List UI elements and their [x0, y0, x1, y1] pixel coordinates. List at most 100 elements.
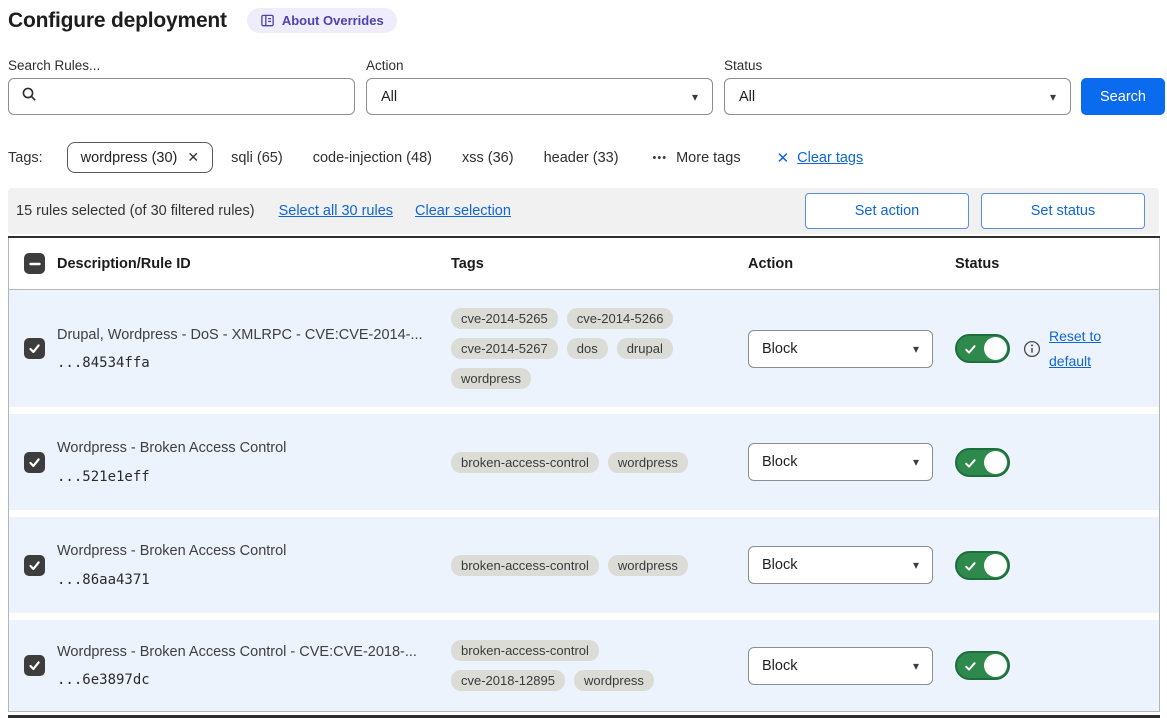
action-select[interactable]: Block ▾ — [748, 330, 933, 368]
status-filter-select[interactable]: All ▾ — [724, 78, 1071, 115]
action-select[interactable]: Block ▾ — [748, 647, 933, 685]
search-rules-input[interactable] — [47, 81, 354, 113]
table-row: Wordpress - Broken Access Control ...86a… — [9, 517, 1159, 613]
rules-table: Description/Rule ID Tags Action Status D… — [8, 236, 1160, 712]
chevron-down-icon: ▾ — [913, 659, 919, 673]
clear-selection-link[interactable]: Clear selection — [415, 203, 511, 219]
tag-pill: cve-2018-12895 — [451, 670, 565, 691]
column-status: Status — [955, 256, 1159, 272]
rule-tags: cve-2014-5265 cve-2014-5266 cve-2014-526… — [451, 308, 713, 389]
action-value: Block — [762, 557, 797, 573]
column-action: Action — [748, 256, 955, 272]
tag-option-sqli[interactable]: sqli (65) — [231, 150, 283, 166]
chevron-down-icon: ▾ — [1050, 90, 1056, 104]
rule-description: Drupal, Wordpress - DoS - XMLRPC - CVE:C… — [57, 326, 437, 345]
tag-pill: cve-2014-5265 — [451, 308, 558, 329]
rule-id: ...6e3897dc — [57, 672, 437, 688]
selected-tag-label: wordpress (30) — [81, 150, 178, 166]
action-filter-value: All — [381, 89, 397, 105]
tag-option-xss[interactable]: xss (36) — [462, 150, 514, 166]
ellipsis-icon: ••• — [653, 152, 668, 164]
info-icon[interactable] — [1023, 340, 1041, 358]
status-toggle[interactable] — [955, 448, 1010, 477]
page-header: Configure deployment About Overrides — [8, 8, 397, 33]
action-filter-label: Action — [366, 58, 404, 73]
set-action-button[interactable]: Set action — [805, 193, 969, 229]
selected-tag-wordpress[interactable]: wordpress (30) ✕ — [67, 142, 213, 173]
column-description: Description/Rule ID — [57, 256, 451, 272]
tag-pill: dos — [567, 338, 608, 359]
rule-description: Wordpress - Broken Access Control - CVE:… — [57, 643, 437, 662]
status-toggle[interactable] — [955, 551, 1010, 580]
more-tags-button[interactable]: ••• More tags — [653, 150, 741, 166]
action-select[interactable]: Block ▾ — [748, 443, 933, 481]
set-status-button[interactable]: Set status — [981, 193, 1145, 229]
table-row: Drupal, Wordpress - DoS - XMLRPC - CVE:C… — [9, 290, 1159, 407]
chevron-down-icon: ▾ — [913, 342, 919, 356]
close-icon[interactable]: ✕ — [187, 149, 199, 166]
status-filter-label: Status — [724, 58, 762, 73]
table-row: Wordpress - Broken Access Control - CVE:… — [9, 620, 1159, 711]
reset-to-default-link[interactable]: Reset to default — [1049, 324, 1113, 373]
toggle-knob — [984, 451, 1007, 474]
rule-id: ...86aa4371 — [57, 572, 437, 588]
select-all-checkbox[interactable] — [24, 253, 45, 274]
rule-tags: broken-access-control wordpress — [451, 555, 713, 576]
tag-pill: wordpress — [451, 368, 531, 389]
action-select[interactable]: Block ▾ — [748, 546, 933, 584]
status-toggle[interactable] — [955, 651, 1010, 680]
table-header: Description/Rule ID Tags Action Status — [8, 238, 1160, 290]
tag-pill: wordpress — [574, 670, 654, 691]
close-icon: ✕ — [777, 149, 790, 167]
row-checkbox[interactable] — [24, 452, 45, 473]
tag-pill: wordpress — [608, 452, 688, 473]
more-tags-label: More tags — [676, 150, 740, 166]
rule-id: ...521e1eff — [57, 469, 437, 485]
book-icon — [260, 13, 275, 28]
search-button[interactable]: Search — [1081, 78, 1165, 115]
row-checkbox[interactable] — [24, 655, 45, 676]
action-value: Block — [762, 658, 797, 674]
chevron-down-icon: ▾ — [913, 558, 919, 572]
rule-tags: broken-access-control cve-2018-12895 wor… — [451, 640, 713, 691]
tag-pill: cve-2014-5267 — [451, 338, 558, 359]
filter-bar: Search Rules... Action Status All ▾ All … — [0, 58, 1167, 118]
search-rules-box[interactable] — [8, 78, 355, 115]
search-icon — [21, 86, 38, 107]
action-filter-select[interactable]: All ▾ — [366, 78, 713, 115]
tag-pill: cve-2014-5266 — [567, 308, 674, 329]
clear-tags-label: Clear tags — [797, 150, 863, 166]
selection-summary: 15 rules selected (of 30 filtered rules) — [16, 203, 255, 219]
rule-id: ...84534ffa — [57, 355, 437, 371]
page-title: Configure deployment — [8, 9, 227, 33]
tags-bar: Tags: wordpress (30) ✕ sqli (65) code-in… — [8, 140, 863, 175]
rule-description: Wordpress - Broken Access Control — [57, 542, 437, 561]
selection-bar: 15 rules selected (of 30 filtered rules)… — [8, 188, 1159, 234]
column-tags: Tags — [451, 256, 748, 272]
select-all-link[interactable]: Select all 30 rules — [279, 203, 393, 219]
tag-pill: broken-access-control — [451, 555, 599, 576]
about-overrides-badge[interactable]: About Overrides — [247, 8, 397, 33]
tag-option-header[interactable]: header (33) — [544, 150, 619, 166]
table-body: Drupal, Wordpress - DoS - XMLRPC - CVE:C… — [8, 290, 1160, 712]
tag-pill: wordpress — [608, 555, 688, 576]
table-row: Wordpress - Broken Access Control ...521… — [9, 414, 1159, 510]
tag-option-code-injection[interactable]: code-injection (48) — [313, 150, 432, 166]
tags-label: Tags: — [8, 150, 43, 166]
tag-pill: drupal — [617, 338, 673, 359]
tag-pill: broken-access-control — [451, 640, 599, 661]
chevron-down-icon: ▾ — [692, 90, 698, 104]
chevron-down-icon: ▾ — [913, 455, 919, 469]
action-value: Block — [762, 341, 797, 357]
search-rules-label: Search Rules... — [8, 58, 100, 73]
toggle-knob — [984, 337, 1007, 360]
row-checkbox[interactable] — [24, 338, 45, 359]
status-filter-value: All — [739, 89, 755, 105]
action-value: Block — [762, 454, 797, 470]
rule-tags: broken-access-control wordpress — [451, 452, 713, 473]
clear-tags-button[interactable]: ✕ Clear tags — [777, 149, 864, 167]
status-toggle[interactable] — [955, 334, 1010, 363]
toggle-knob — [984, 654, 1007, 677]
toggle-knob — [984, 554, 1007, 577]
row-checkbox[interactable] — [24, 555, 45, 576]
